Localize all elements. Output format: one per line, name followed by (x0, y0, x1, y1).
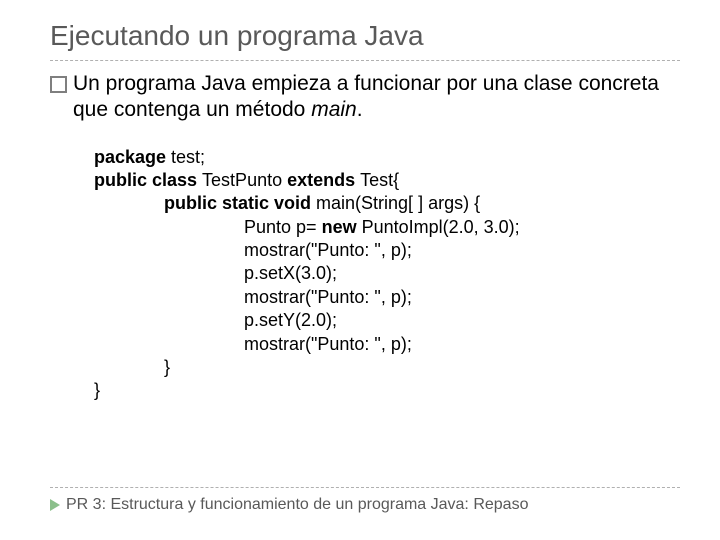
kw-public-class: public class (94, 170, 202, 190)
bullet-suffix: . (357, 98, 363, 121)
slide-title: Ejecutando un programa Java (50, 20, 680, 61)
code-line: public class TestPunto extends Test{ (94, 169, 680, 192)
code-text: test; (166, 147, 205, 167)
code-line: } (94, 356, 680, 379)
code-text: main(String[ ] args) { (316, 193, 480, 213)
code-text: mostrar("Punto: ", p); (244, 334, 412, 354)
code-text: } (164, 357, 170, 377)
code-line: } (94, 379, 680, 402)
code-text: mostrar("Punto: ", p); (244, 240, 412, 260)
slide-body: Un programa Java empieza a funcionar por… (50, 71, 680, 403)
bullet-text: Un programa Java empieza a funcionar por… (73, 71, 680, 124)
code-text: p.setY(2.0); (244, 310, 337, 330)
slide: Ejecutando un programa Java Un programa … (0, 0, 720, 540)
kw-package: package (94, 147, 166, 167)
bullet-italic: main (311, 98, 357, 121)
kw-psv: public static void (164, 193, 316, 213)
code-line: Punto p= new PuntoImpl(2.0, 3.0); (94, 216, 680, 239)
code-text: mostrar("Punto: ", p); (244, 287, 412, 307)
code-line: p.setY(2.0); (94, 309, 680, 332)
kw-new: new (322, 217, 362, 237)
code-line: p.setX(3.0); (94, 262, 680, 285)
code-text: Punto p= (244, 217, 322, 237)
code-text: Test{ (360, 170, 399, 190)
code-line: public static void main(String[ ] args) … (94, 192, 680, 215)
code-block: package test; public class TestPunto ext… (94, 146, 680, 403)
kw-extends: extends (287, 170, 360, 190)
code-line: mostrar("Punto: ", p); (94, 286, 680, 309)
code-text: } (94, 380, 100, 400)
bullet-item: Un programa Java empieza a funcionar por… (50, 71, 680, 124)
square-bullet-icon (50, 76, 67, 93)
code-line: package test; (94, 146, 680, 169)
code-line: mostrar("Punto: ", p); (94, 333, 680, 356)
footer-text: PR 3: Estructura y funcionamiento de un … (66, 496, 528, 514)
code-text: PuntoImpl(2.0, 3.0); (362, 217, 520, 237)
bullet-prefix: Un programa Java empieza a funcionar por… (73, 72, 659, 121)
code-line: mostrar("Punto: ", p); (94, 239, 680, 262)
code-text: p.setX(3.0); (244, 263, 337, 283)
slide-footer: PR 3: Estructura y funcionamiento de un … (50, 487, 680, 514)
code-text: TestPunto (202, 170, 287, 190)
arrow-right-icon (50, 499, 60, 511)
